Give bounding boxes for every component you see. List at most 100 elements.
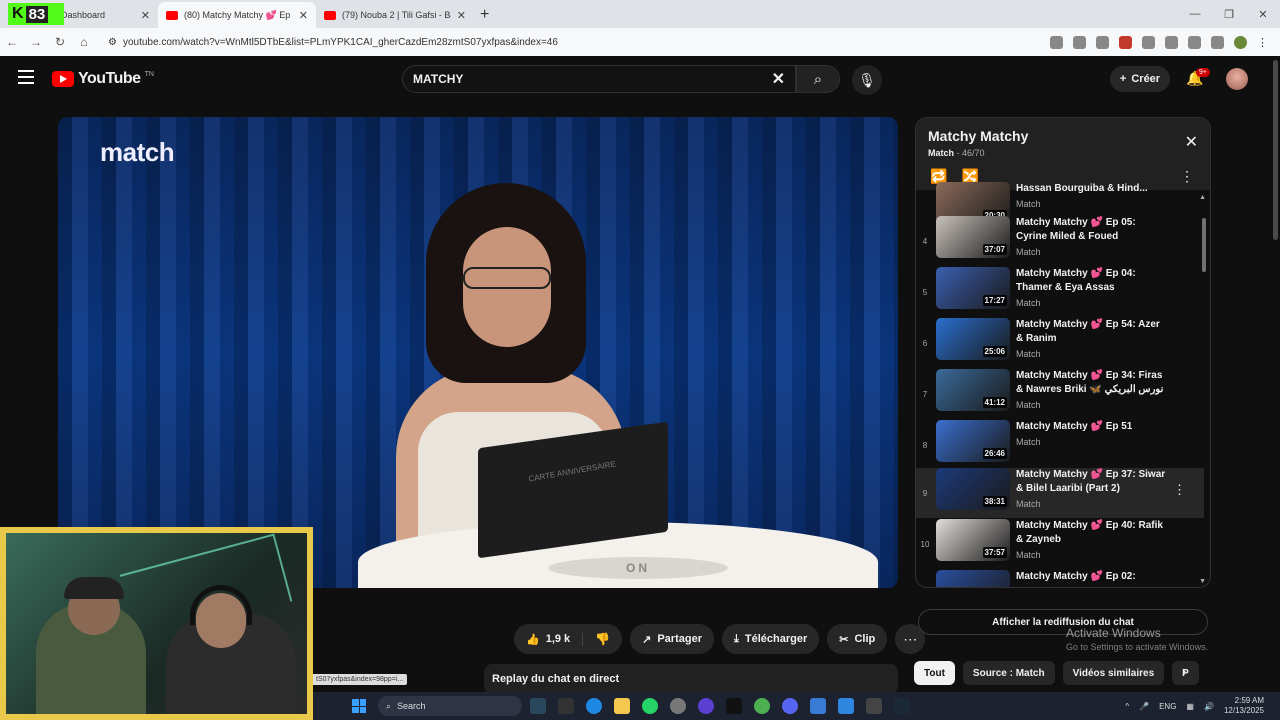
playlist-item[interactable]: 9 38:31 Matchy Matchy 💕 Ep 37: Siwar & Bil… <box>916 468 1204 518</box>
playlist-item[interactable]: 5 17:27 Matchy Matchy 💕 Ep 04: Thamer & Ey… <box>916 267 1204 317</box>
tab-close-icon[interactable]: ✕ <box>299 9 308 22</box>
clear-search-icon[interactable]: ✕ <box>772 69 785 89</box>
create-button[interactable]: + Créer <box>1110 66 1170 92</box>
video-thumbnail[interactable]: 41:12 <box>936 369 1010 411</box>
playlist-scrollbar[interactable] <box>1202 218 1206 272</box>
video-thumbnail[interactable]: 17:27 <box>936 267 1010 309</box>
download-button[interactable]: ⤓ Télécharger <box>721 624 820 654</box>
clip-button[interactable]: ✂ Clip <box>827 624 888 654</box>
steam-icon[interactable] <box>894 698 910 714</box>
home-icon[interactable]: ⌂ <box>72 35 96 49</box>
hamburger-menu-icon[interactable] <box>18 70 34 88</box>
video-title[interactable]: Hassan Bourguiba & Hind... <box>1016 182 1166 196</box>
language-indicator[interactable]: ENG <box>1159 702 1176 711</box>
extension-icon[interactable] <box>1142 35 1155 49</box>
clock[interactable]: 2:59 AM 12/13/2025 <box>1224 696 1264 716</box>
restore-icon[interactable]: ❐ <box>1212 8 1246 21</box>
extension-icon[interactable] <box>1119 35 1132 49</box>
reload-icon[interactable]: ↻ <box>48 35 72 49</box>
zoom-icon[interactable] <box>1050 35 1063 49</box>
video-thumbnail[interactable] <box>936 570 1010 587</box>
chip-related[interactable]: Vidéos similaires <box>1062 661 1165 685</box>
playlist-item[interactable]: 6 25:06 Matchy Matchy 💕 Ep 54: Azer & Rani… <box>916 318 1204 368</box>
video-title[interactable]: Matchy Matchy 💕 Ep 02: <box>1016 570 1166 584</box>
close-window-icon[interactable]: ✕ <box>1246 8 1280 21</box>
playlist-item-index: 7 <box>922 389 928 399</box>
app-icon[interactable] <box>670 698 686 714</box>
share-button[interactable]: ↗ Partager <box>630 624 714 654</box>
volume-icon[interactable]: 🔊 <box>1204 702 1214 711</box>
whatsapp-icon[interactable] <box>642 698 658 714</box>
video-title[interactable]: Matchy Matchy 💕 Ep 05: Cyrine Miled & Fo… <box>1016 216 1166 244</box>
url-field[interactable]: ⚙ youtube.com/watch?v=WnMtl5DTbE&list=PL… <box>102 31 1032 53</box>
tray-chevron-icon[interactable]: ^ <box>1125 702 1129 711</box>
playlist-item[interactable]: Matchy Matchy 💕 Ep 02: <box>916 570 1204 587</box>
mic-tray-icon[interactable]: 🎤 <box>1139 702 1149 711</box>
playlist-channel[interactable]: Match <box>928 148 954 158</box>
tab-nouba[interactable]: (79) Nouba 2 | Tili Gafsi - Bari ✕ <box>316 2 474 28</box>
chip-source[interactable]: Source : Match <box>962 661 1055 685</box>
install-icon[interactable] <box>1073 35 1086 49</box>
show-chat-replay-button[interactable]: Afficher la rediffusion du chat <box>918 609 1208 635</box>
chat-replay-header[interactable]: Replay du chat en direct <box>484 664 898 694</box>
bookmark-star-icon[interactable] <box>1096 35 1109 49</box>
playlist-item[interactable]: 8 26:46 Matchy Matchy 💕 Ep 51 Match <box>916 420 1204 470</box>
playlist-item[interactable]: 10 37:57 Matchy Matchy 💕 Ep 40: Rafik & Za… <box>916 519 1204 569</box>
video-title[interactable]: Matchy Matchy 💕 Ep 37: Siwar & Bilel Laa… <box>1016 468 1166 496</box>
app-icon[interactable] <box>810 698 826 714</box>
youtube-logo[interactable]: YouTube TN <box>52 70 154 88</box>
tab-close-icon[interactable]: ✕ <box>141 9 150 22</box>
network-icon[interactable]: ▦ <box>1186 702 1194 711</box>
video-thumbnail[interactable]: 38:31 <box>936 468 1010 510</box>
tab-matchy-matchy[interactable]: (80) Matchy Matchy 💕 Ep 50 - ✕ <box>158 2 316 28</box>
app-icon[interactable] <box>838 698 854 714</box>
reading-list-icon[interactable] <box>1211 35 1224 49</box>
like-button[interactable]: 👍 1,9 k <box>514 632 584 646</box>
chips-next-icon[interactable]: › <box>1182 663 1187 679</box>
page-scrollbar[interactable] <box>1273 60 1278 240</box>
new-tab-icon[interactable]: + <box>474 6 495 28</box>
tiktok-icon[interactable] <box>726 698 742 714</box>
extensions-puzzle-icon[interactable] <box>1188 35 1201 49</box>
taskbar-search-input[interactable]: ⌕ Search <box>378 696 522 716</box>
tab-close-icon[interactable]: ✕ <box>457 9 466 22</box>
video-title[interactable]: Matchy Matchy 💕 Ep 04: Thamer & Eya Assa… <box>1016 267 1166 295</box>
chrome-icon[interactable] <box>754 698 770 714</box>
video-thumbnail[interactable]: 25:06 <box>936 318 1010 360</box>
folder-icon[interactable] <box>614 698 630 714</box>
video-thumbnail[interactable]: 26:46 <box>936 420 1010 462</box>
forward-icon[interactable]: → <box>24 35 48 49</box>
voice-search-button[interactable]: 🎙 <box>852 65 882 95</box>
app-icon[interactable] <box>866 698 882 714</box>
profile-icon[interactable] <box>1234 35 1247 49</box>
steam-icon[interactable] <box>530 698 546 714</box>
video-title[interactable]: Matchy Matchy 💕 Ep 51 <box>1016 420 1166 434</box>
playlist-item[interactable]: 4 37:07 Matchy Matchy 💕 Ep 05: Cyrine Mile… <box>916 216 1204 266</box>
dislike-button[interactable]: 👎 <box>583 632 622 646</box>
scroll-up-icon[interactable]: ▲ <box>1199 194 1206 201</box>
app-icon[interactable] <box>558 698 574 714</box>
video-player[interactable]: match CARTE ANNIVERSAIRE ON <box>58 117 898 588</box>
windows-start-icon[interactable] <box>352 699 366 713</box>
scroll-down-icon[interactable]: ▼ <box>1199 578 1206 585</box>
search-button[interactable]: ⌕ <box>796 65 840 93</box>
extension-icon[interactable] <box>1165 35 1178 49</box>
avatar[interactable] <box>1226 68 1248 90</box>
chip-all[interactable]: Tout <box>914 661 955 685</box>
minimize-icon[interactable]: — <box>1178 8 1212 20</box>
video-title[interactable]: Matchy Matchy 💕 Ep 34: Firas & Nawres Br… <box>1016 369 1166 397</box>
video-thumbnail[interactable]: 37:57 <box>936 519 1010 561</box>
item-more-icon[interactable]: ⋮ <box>1173 482 1186 498</box>
site-info-icon[interactable]: ⚙ <box>108 37 117 48</box>
video-thumbnail[interactable]: 37:07 <box>936 216 1010 258</box>
close-playlist-icon[interactable]: ✕ <box>1185 132 1198 152</box>
search-input[interactable]: MATCHY ✕ <box>402 65 796 93</box>
video-title[interactable]: Matchy Matchy 💕 Ep 54: Azer & Ranim <box>1016 318 1166 346</box>
app-icon[interactable] <box>698 698 714 714</box>
playlist-title[interactable]: Matchy Matchy <box>928 128 1198 144</box>
video-title[interactable]: Matchy Matchy 💕 Ep 40: Rafik & Zayneb <box>1016 519 1166 547</box>
playlist-item[interactable]: 7 41:12 Matchy Matchy 💕 Ep 34: Firas & Naw… <box>916 369 1204 419</box>
back-icon[interactable]: ← <box>0 35 24 49</box>
edge-icon[interactable] <box>586 698 602 714</box>
discord-icon[interactable] <box>782 698 798 714</box>
